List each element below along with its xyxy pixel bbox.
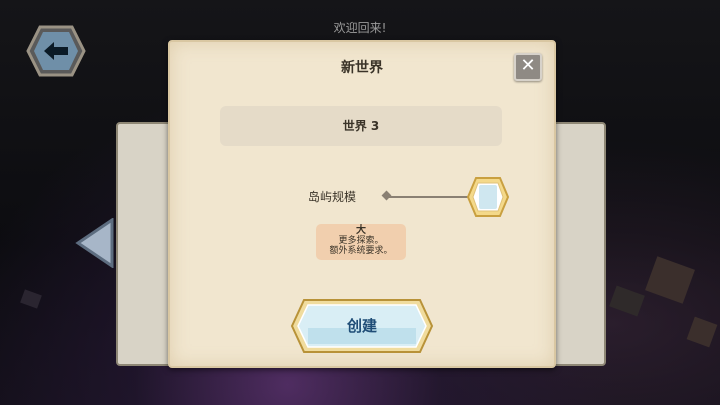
arrow-left-icon (26, 25, 86, 77)
island-size-desc-2: 额外系统要求。 (329, 246, 393, 256)
previous-arrow-button[interactable] (74, 217, 114, 269)
dialog-title: 新世界 (341, 60, 383, 76)
close-button[interactable]: ✕ (514, 53, 542, 81)
create-button[interactable]: 创建 (290, 298, 434, 354)
island-size-slider-track[interactable] (388, 196, 472, 198)
world-name-field[interactable]: 世界 3 (220, 106, 502, 146)
create-button-label: 创建 (346, 317, 377, 335)
back-button[interactable] (26, 25, 86, 77)
chevron-left-icon (75, 217, 114, 269)
island-size-level: 大 (356, 225, 366, 236)
island-size-slider-thumb[interactable] (466, 176, 510, 218)
slider-min-marker (381, 190, 392, 201)
island-size-info: 大 更多探索。 额外系统要求。 (316, 224, 406, 260)
new-world-dialog: 新世界 ✕ 世界 3 岛屿规模 大 更多探索。 额外系统要求。 创建 (168, 40, 556, 368)
island-size-label: 岛屿规模 (308, 190, 357, 204)
close-icon: ✕ (520, 55, 536, 76)
island-size-desc-1: 更多探索。 (338, 236, 384, 246)
welcome-message: 欢迎回来! (333, 21, 387, 35)
